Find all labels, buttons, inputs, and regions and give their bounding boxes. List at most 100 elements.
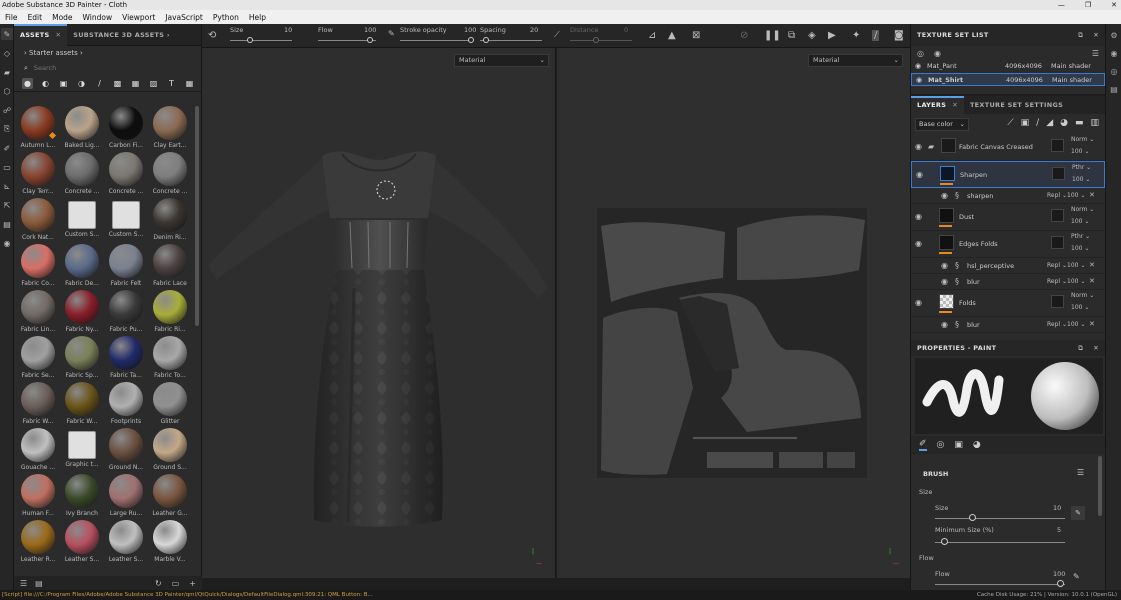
size-slider-handle[interactable]	[969, 514, 976, 521]
picker-icon[interactable]: ✐	[1, 142, 13, 154]
distance-value[interactable]: 0	[624, 26, 628, 34]
filter-procedural-icon[interactable]: ▩	[112, 78, 123, 89]
layer-opacity[interactable]: 100 ⌄	[1071, 218, 1089, 225]
record-icon[interactable]: ◉	[1, 237, 13, 249]
symmetry-icon[interactable]: ⟲	[208, 30, 216, 41]
layer-row[interactable]: ◉ Dust Norm ⌄ 100 ⌄	[911, 204, 1105, 231]
list-view-icon[interactable]: ☰	[20, 579, 27, 588]
pen-pressure-button[interactable]: ✎	[1071, 506, 1085, 520]
asset-tile[interactable]: Gouache ...	[18, 428, 58, 471]
asset-tile[interactable]: Fabric Lace	[150, 244, 190, 287]
dress-model[interactable]	[202, 48, 556, 578]
mask-thumbnail[interactable]	[1051, 236, 1064, 249]
iray-icon[interactable]: ✦	[852, 30, 860, 41]
screenshot-icon[interactable]: ◙	[894, 30, 904, 41]
effect-opacity[interactable]: 100 ⌄	[1067, 262, 1085, 269]
text-icon[interactable]: ⇱	[1, 199, 13, 211]
close-icon[interactable]: ✕	[1093, 24, 1099, 46]
asset-tile[interactable]: Clay Terr...	[18, 152, 58, 195]
properties-scrollbar[interactable]	[1098, 456, 1102, 516]
asset-tile[interactable]: Concrete ...	[150, 152, 190, 195]
flow-slider-handle[interactable]	[1057, 580, 1064, 587]
stencil-tab-icon[interactable]: ▣	[954, 440, 963, 450]
eye-icon[interactable]: ◉	[941, 277, 948, 286]
filter-grid-icon[interactable]: ▦	[184, 78, 195, 89]
flow-pressure-icon[interactable]: ✎	[1073, 572, 1080, 581]
asset-tile[interactable]: Fabric Se...	[18, 336, 58, 379]
eye-icon[interactable]: ◉	[915, 60, 921, 73]
asset-tile[interactable]: Ivy Branch	[62, 474, 102, 517]
brush-menu-icon[interactable]: ☰	[1077, 468, 1084, 477]
mask-thumbnail[interactable]	[1051, 209, 1064, 222]
pen-pressure-icon[interactable]: ✎	[388, 29, 395, 38]
projection-icon[interactable]: ▰	[1, 66, 13, 78]
viewport-2d[interactable]: Material ⌄ | —	[557, 48, 910, 578]
add-icon[interactable]: +	[189, 579, 196, 588]
filter-texture-icon[interactable]: ▦	[130, 78, 141, 89]
asset-tile[interactable]: Marble V...	[150, 520, 190, 563]
effect-blend[interactable]: Repl ⌄	[1047, 192, 1067, 199]
menu-python[interactable]: Python	[208, 13, 244, 22]
effect-blend[interactable]: Repl ⌄	[1047, 262, 1067, 269]
lazy-mouse-icon[interactable]: ⟋	[554, 30, 560, 40]
min-size-slider-handle[interactable]	[941, 538, 948, 545]
texture-set-row-selected[interactable]: ◉ Mat_Shirt 4096x4096 Main shader	[911, 73, 1105, 86]
asset-tile[interactable]: Ground S...	[150, 428, 190, 471]
filter-brush-icon[interactable]: /	[94, 78, 105, 89]
tab-texture-set-settings[interactable]: TEXTURE SET SETTINGS	[964, 96, 1069, 114]
texture-set-shader[interactable]: Main shader	[1052, 74, 1092, 87]
asset-tile[interactable]: Fabric Ri...	[150, 290, 190, 333]
asset-tile[interactable]: Cork Nat...	[18, 198, 58, 241]
spacing-handle[interactable]	[483, 37, 489, 43]
eye-icon[interactable]: ◉	[916, 170, 923, 179]
effect-row[interactable]: ◉ § blur Repl ⌄ 100 ⌄ ✕	[911, 317, 1105, 333]
effect-opacity[interactable]: 100 ⌄	[1067, 192, 1085, 199]
asset-tile[interactable]: Concrete ...	[106, 152, 146, 195]
menu-file[interactable]: File	[0, 13, 23, 22]
menu-help[interactable]: Help	[244, 13, 271, 22]
layer-blend[interactable]: Pthr ⌄	[1072, 164, 1091, 171]
texture-set-list-toggle-icon[interactable]: ⚙	[1107, 28, 1121, 42]
eye-icon[interactable]: ◉	[941, 191, 948, 200]
add-fill-layer-icon[interactable]: ◢	[1046, 118, 1053, 128]
visibility-icon[interactable]: ◎	[917, 49, 924, 58]
assets-scrollbar[interactable]	[195, 106, 199, 326]
asset-tile[interactable]: Custom S...	[106, 198, 146, 239]
remove-effect-icon[interactable]: ✕	[1089, 320, 1095, 328]
layer-opacity[interactable]: 100 ⌄	[1071, 245, 1089, 252]
hide-icon[interactable]: ⊘	[740, 30, 748, 41]
flow-value[interactable]: 100	[1053, 570, 1065, 578]
close-icon[interactable]: ✕	[55, 31, 61, 39]
size-slider[interactable]	[230, 40, 292, 41]
flow-value[interactable]: 100	[364, 26, 376, 34]
layer-blend[interactable]: Pthr ⌄	[1071, 233, 1090, 240]
solo-icon[interactable]: ◉	[934, 49, 941, 58]
effect-opacity[interactable]: 100 ⌄	[1067, 278, 1085, 285]
viewport-3d[interactable]: Material ⌄ | —	[202, 48, 556, 578]
split-view-icon[interactable]: ⧉	[788, 30, 795, 41]
asset-tile[interactable]: Fabric Ny...	[62, 290, 102, 333]
flow-slider-handle[interactable]	[367, 37, 373, 43]
refresh-icon[interactable]: ↻	[155, 579, 162, 588]
mask-thumbnail[interactable]	[1051, 139, 1064, 152]
asset-tile[interactable]: Glitter	[150, 382, 190, 425]
asset-tile[interactable]: Baked Lig...	[62, 106, 102, 149]
asset-tile[interactable]: Human F...	[18, 474, 58, 517]
flow-slider[interactable]	[935, 584, 1065, 585]
eraser-icon[interactable]: ◇	[1, 47, 13, 59]
display-settings-icon[interactable]: ◉	[1107, 46, 1121, 60]
layer-opacity[interactable]: 100 ⌄	[1072, 176, 1090, 183]
remove-effect-icon[interactable]: ✕	[1089, 191, 1095, 199]
asset-tile[interactable]: Leather R...	[18, 520, 58, 563]
backface-icon[interactable]: ▲	[668, 30, 676, 41]
measure-icon[interactable]: ⊾	[1, 180, 13, 192]
layer-blend[interactable]: Norm ⌄	[1071, 206, 1094, 213]
stroke-opacity-handle[interactable]	[468, 37, 474, 43]
search-input[interactable]	[33, 64, 174, 72]
asset-tile[interactable]: Footprints	[106, 382, 146, 425]
filter-filter-icon[interactable]: ◑	[76, 78, 87, 89]
distance-handle[interactable]	[593, 37, 599, 43]
menu-viewport[interactable]: Viewport	[117, 13, 160, 22]
asset-tile[interactable]: Leather S...	[106, 520, 146, 563]
remove-effect-icon[interactable]: ✕	[1089, 261, 1095, 269]
